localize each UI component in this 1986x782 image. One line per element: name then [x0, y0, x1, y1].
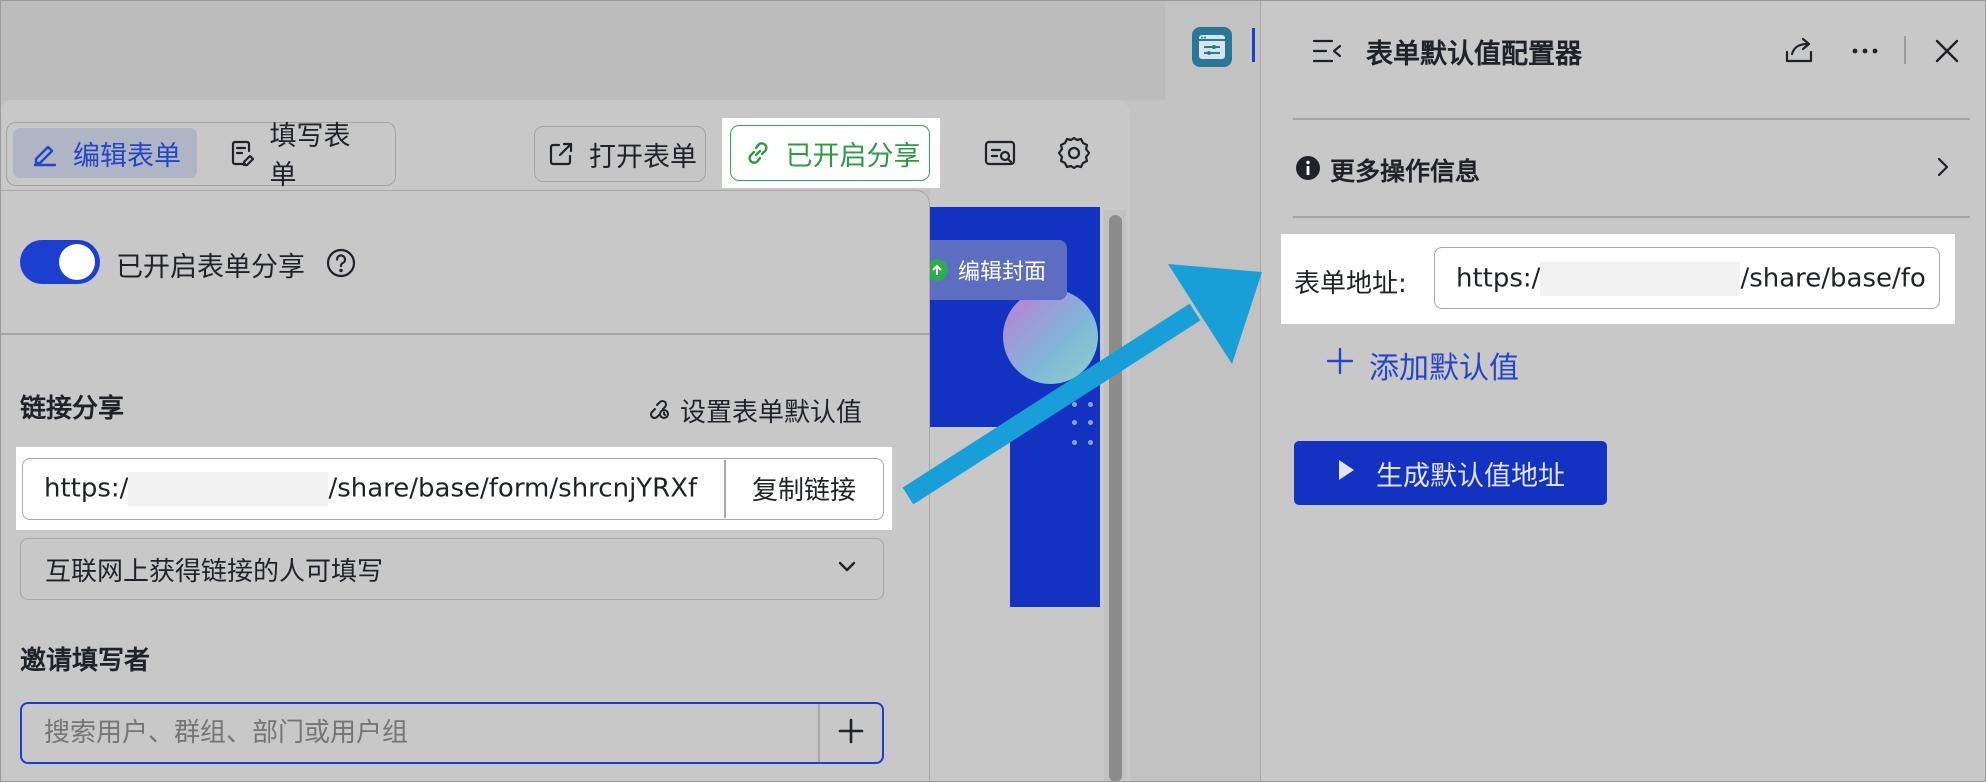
- cover-dots: [1070, 400, 1100, 450]
- plus-icon: [837, 717, 865, 749]
- share-url-suffix: /share/base/form/shrcnjYRXf: [328, 473, 698, 504]
- edit-form-label: 编辑表单: [73, 140, 181, 172]
- config-title: 表单默认值配置器: [1366, 39, 1582, 70]
- more-icon[interactable]: [1848, 34, 1882, 72]
- form-cover-lower: [1010, 427, 1100, 607]
- permission-value: 互联网上获得链接的人可填写: [45, 556, 384, 587]
- config-divider-top: [1293, 118, 1970, 120]
- chevron-right-icon[interactable]: [1930, 154, 1956, 184]
- preview-icon[interactable]: [982, 136, 1018, 176]
- edit-cover-button[interactable]: 编辑封面: [912, 240, 1067, 300]
- share-enabled-button[interactable]: 已开启分享: [730, 125, 930, 181]
- edit-form-tab[interactable]: 编辑表单: [13, 128, 197, 178]
- share-icon[interactable]: [1782, 34, 1816, 72]
- more-info-row[interactable]: 更多操作信息: [1330, 152, 1480, 188]
- header-separator: [1904, 36, 1906, 64]
- gear-icon[interactable]: [1055, 134, 1093, 176]
- fill-form-label: 填写表单: [269, 121, 351, 191]
- help-icon[interactable]: [325, 247, 357, 283]
- share-toggle-label: 已开启表单分享: [116, 252, 305, 283]
- edit-cover-label: 编辑封面: [958, 260, 1047, 285]
- open-form-button[interactable]: 打开表单: [534, 126, 706, 182]
- share-url-prefix: https:/: [44, 473, 129, 504]
- scrollbar-thumb[interactable]: [1109, 215, 1122, 782]
- address-suffix: /share/base/for: [1740, 263, 1926, 294]
- top-band: [0, 0, 1165, 100]
- permission-select[interactable]: 互联网上获得链接的人可填写: [20, 538, 884, 600]
- info-icon: [1295, 155, 1321, 185]
- address-mask: [1540, 262, 1741, 296]
- play-icon: [1336, 458, 1356, 489]
- generate-url-button[interactable]: 生成默认值地址: [1294, 441, 1607, 505]
- plus-icon: [1325, 346, 1355, 384]
- invite-search-input[interactable]: [44, 718, 804, 748]
- config-icon[interactable]: [1192, 27, 1232, 67]
- set-defaults-link[interactable]: 设置表单默认值: [644, 392, 862, 429]
- fill-form-tab[interactable]: 填写表单: [210, 121, 390, 191]
- cover-decoration: [1003, 289, 1098, 384]
- collapse-icon[interactable]: [1310, 34, 1344, 72]
- add-default-label: 添加默认值: [1369, 351, 1519, 386]
- config-divider-mid: [1293, 216, 1970, 218]
- url-mask: [128, 472, 329, 506]
- share-toggle-knob: [59, 244, 95, 280]
- plugin-strip: [1165, 0, 1260, 782]
- add-default-button[interactable]: 添加默认值: [1325, 343, 1519, 387]
- share-enabled-label: 已开启分享: [785, 140, 921, 172]
- set-defaults-label: 设置表单默认值: [680, 398, 863, 428]
- copy-link-button[interactable]: 复制链接: [726, 470, 882, 507]
- add-invitee-button[interactable]: [820, 704, 882, 762]
- link-share-title: 链接分享: [20, 394, 125, 424]
- invite-title: 邀请填写者: [20, 646, 151, 676]
- active-plugin-marker: [1252, 28, 1255, 62]
- edit-icon: [27, 135, 63, 171]
- close-icon[interactable]: [1930, 34, 1964, 72]
- link-settings-icon: [644, 393, 672, 428]
- address-text[interactable]: https:/ /share/base/for: [1456, 262, 1926, 296]
- panel-divider: [0, 333, 930, 335]
- open-form-label: 打开表单: [589, 141, 697, 173]
- share-url-text[interactable]: https:/ /share/base/form/shrcnjYRXf: [44, 472, 704, 506]
- fill-form-icon: [224, 135, 260, 171]
- external-link-icon: [543, 136, 579, 172]
- link-icon: [740, 135, 776, 171]
- generate-url-label: 生成默认值地址: [1376, 460, 1565, 492]
- chevron-down-icon: [835, 554, 859, 585]
- address-prefix: https:/: [1456, 263, 1541, 294]
- address-label: 表单地址:: [1294, 269, 1407, 299]
